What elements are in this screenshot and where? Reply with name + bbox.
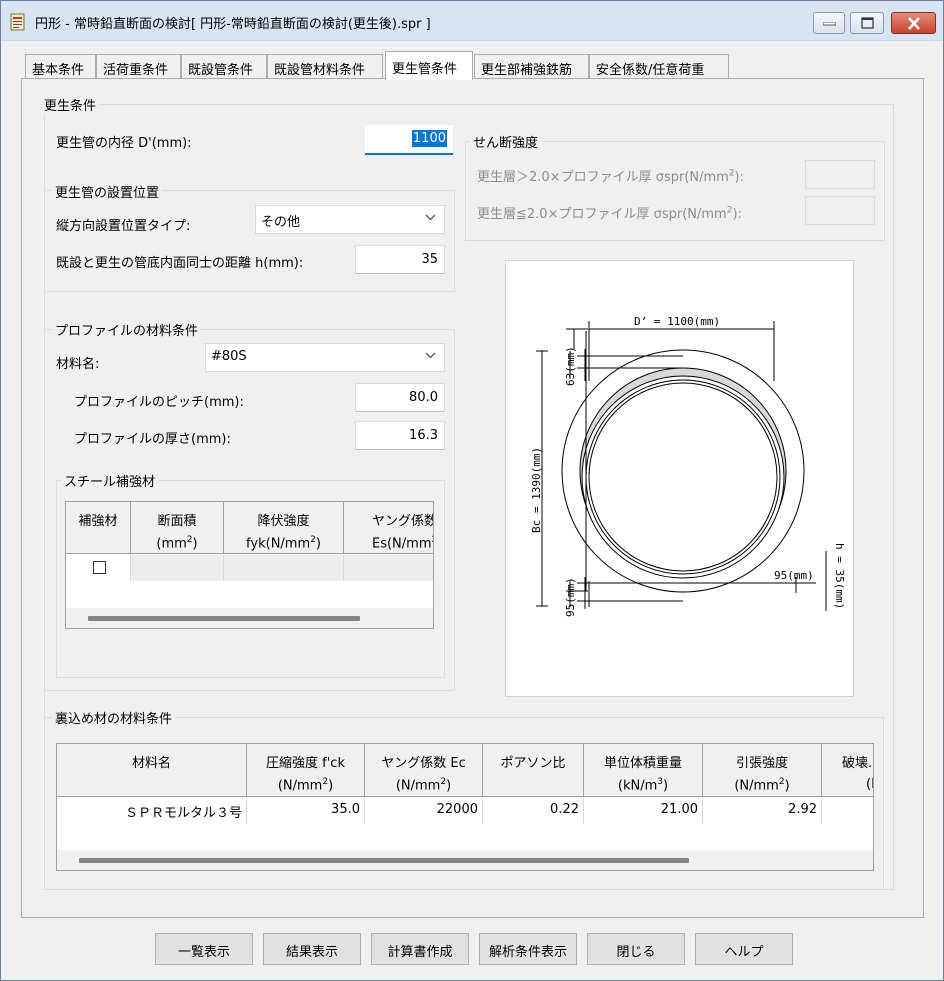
steel-area-cell xyxy=(131,555,224,581)
close-button[interactable]: 閉じる xyxy=(587,933,685,965)
inner-diameter-input[interactable]: 1100 xyxy=(365,125,453,155)
steel-reinforcement-label: スチール補強材 xyxy=(61,471,159,490)
shear-row2-label: 更生層≦2.0×プロファイル厚 σspr(N/mm2): xyxy=(477,205,742,222)
backfill-cell-young[interactable]: 22000 xyxy=(365,798,483,824)
tab-renewal-pipe[interactable]: 更生管条件 xyxy=(385,51,473,80)
backfill-cell-compressive[interactable]: 35.0 xyxy=(247,798,365,824)
backfill-header-unit-weight: 単位体積重量 (kN/m3) xyxy=(584,744,703,797)
renewal-conditions-label: 更生条件 xyxy=(41,95,100,114)
minimize-button[interactable] xyxy=(813,12,845,34)
backfill-scroll-thumb[interactable] xyxy=(79,858,689,863)
tab-safety-factor[interactable]: 安全係数/任意荷重 xyxy=(589,54,729,79)
create-report-button[interactable]: 計算書作成 xyxy=(371,933,469,965)
tab-reinforcement[interactable]: 更生部補強鉄筋 xyxy=(474,54,589,79)
minimize-icon xyxy=(823,22,836,26)
renewal-pipe-outer xyxy=(581,375,785,579)
bc-dimension-text: Bc = 1390(mm) xyxy=(530,447,543,533)
backfill-cell-fracture[interactable] xyxy=(822,798,873,824)
backfill-header-young: ヤング係数 Ec (N/mm2) xyxy=(365,744,483,797)
chevron-down-icon xyxy=(425,352,436,359)
thickness-label: プロファイルの厚さ(mm): xyxy=(74,432,231,447)
backfill-header-tensile: 引張強度 (N/mm2) xyxy=(703,744,822,797)
inner-diameter-label: 更生管の内径 D'(mm): xyxy=(56,136,192,151)
top-thickness-text: 63(mm) xyxy=(564,346,577,386)
tab-basic[interactable]: 基本条件 xyxy=(25,54,96,79)
maximize-icon xyxy=(861,17,874,29)
shear-row1-label: 更生層＞2.0×プロファイル厚 σspr(N/mm2): xyxy=(477,168,744,185)
h-dimension-text: h = 35(mm) xyxy=(833,543,846,609)
list-view-button[interactable]: 一覧表示 xyxy=(155,933,253,965)
backfill-grid: 材料名 圧縮強度 f'ck (N/mm2) ヤング係数 Ec (N/mm2) ポアソ… xyxy=(56,743,874,871)
backfill-cell-unit-weight[interactable]: 21.00 xyxy=(584,798,703,824)
backfill-header-compressive: 圧縮強度 f'ck (N/mm2) xyxy=(247,744,365,797)
distance-label: 既設と更生の管底内面同士の距離 h(mm): xyxy=(56,256,304,271)
app-window: 円形 - 常時鉛直断面の検討[ 円形-常時鉛直断面の検討(更生後).spr ] … xyxy=(0,0,944,981)
steel-young-cell xyxy=(344,555,433,581)
backfill-cell-poisson[interactable]: 0.22 xyxy=(483,798,584,824)
close-icon xyxy=(908,17,920,30)
tab-existing-material[interactable]: 既設管材料条件 xyxy=(267,54,383,79)
backfill-header-name: 材料名 xyxy=(57,744,247,797)
steel-header-area: 断面積 (mm2) xyxy=(131,502,224,554)
window-title: 円形 - 常時鉛直断面の検討[ 円形-常時鉛直断面の検討(更生後).spr ] xyxy=(35,17,431,32)
title-bar: 円形 - 常時鉛直断面の検討[ 円形-常時鉛直断面の検討(更生後).spr ] xyxy=(1,1,943,41)
install-position-label: 更生管の設置位置 xyxy=(52,182,163,201)
position-type-select[interactable]: その他 xyxy=(255,205,445,234)
shear-row2-input xyxy=(805,196,875,225)
shear-strength-label: せん断強度 xyxy=(470,132,542,151)
backfill-header-fracture: 破壊.(N xyxy=(822,744,873,797)
material-name-label: 材料名: xyxy=(56,357,100,372)
steel-grid: 補強材 断面積 (mm2) 降伏強度 fyk(N/mm2) ヤング係数 Es(N/mm… xyxy=(65,501,434,629)
results-view-button[interactable]: 結果表示 xyxy=(263,933,361,965)
reinforcement-checkbox[interactable] xyxy=(93,561,106,574)
backfill-horizontal-scrollbar[interactable] xyxy=(57,850,873,870)
position-type-label: 縦方向設置位置タイプ: xyxy=(56,219,191,234)
material-name-select[interactable]: #80S xyxy=(205,343,445,372)
steel-horizontal-scrollbar[interactable] xyxy=(66,608,433,628)
profile-material-label: プロファイルの材料条件 xyxy=(52,320,202,339)
steel-yield-cell xyxy=(224,555,344,581)
tab-existing-pipe[interactable]: 既設管条件 xyxy=(181,54,267,79)
thickness-input[interactable]: 16.3 xyxy=(355,421,445,450)
shear-row1-input xyxy=(805,160,875,189)
close-window-button[interactable] xyxy=(891,12,936,34)
analysis-conditions-button[interactable]: 解析条件表示 xyxy=(479,933,577,965)
maximize-button[interactable] xyxy=(850,12,884,34)
backfill-cell-name[interactable]: ＳＰＲモルタル３号 xyxy=(57,798,247,824)
backfill-material-label: 裏込め材の材料条件 xyxy=(52,708,176,727)
shear-strength-group xyxy=(465,141,885,241)
d-dimension-text: D’ = 1100(mm) xyxy=(634,315,720,328)
steel-header-yield: 降伏強度 fyk(N/mm2) xyxy=(224,502,344,554)
pitch-input[interactable]: 80.0 xyxy=(355,383,445,412)
help-button[interactable]: ヘルプ xyxy=(695,933,793,965)
steel-header-young: ヤング係数Es(N/mm2) xyxy=(344,502,433,554)
bottom-right-text: 95(mm) xyxy=(774,569,814,582)
steel-scroll-thumb[interactable] xyxy=(88,616,360,621)
backfill-header-poisson: ポアソン比 xyxy=(483,744,584,797)
document-icon xyxy=(10,13,25,31)
backfill-cell-tensile[interactable]: 2.92 xyxy=(703,798,822,824)
chevron-down-icon xyxy=(425,214,436,221)
cross-section-svg: D’ = 1100(mm) 63(mm) Bc = 1390(mm) 95(mm… xyxy=(530,315,846,617)
cross-section-drawing: D’ = 1100(mm) 63(mm) Bc = 1390(mm) 95(mm… xyxy=(505,260,854,697)
distance-input[interactable]: 35 xyxy=(355,245,445,274)
steel-checkbox-cell xyxy=(66,555,131,581)
tab-live-load[interactable]: 活荷重条件 xyxy=(96,54,181,79)
steel-header-reinforcement: 補強材 xyxy=(66,502,131,554)
bottom-left-text: 95(mm) xyxy=(564,577,577,617)
pitch-label: プロファイルのピッチ(mm): xyxy=(74,395,244,410)
